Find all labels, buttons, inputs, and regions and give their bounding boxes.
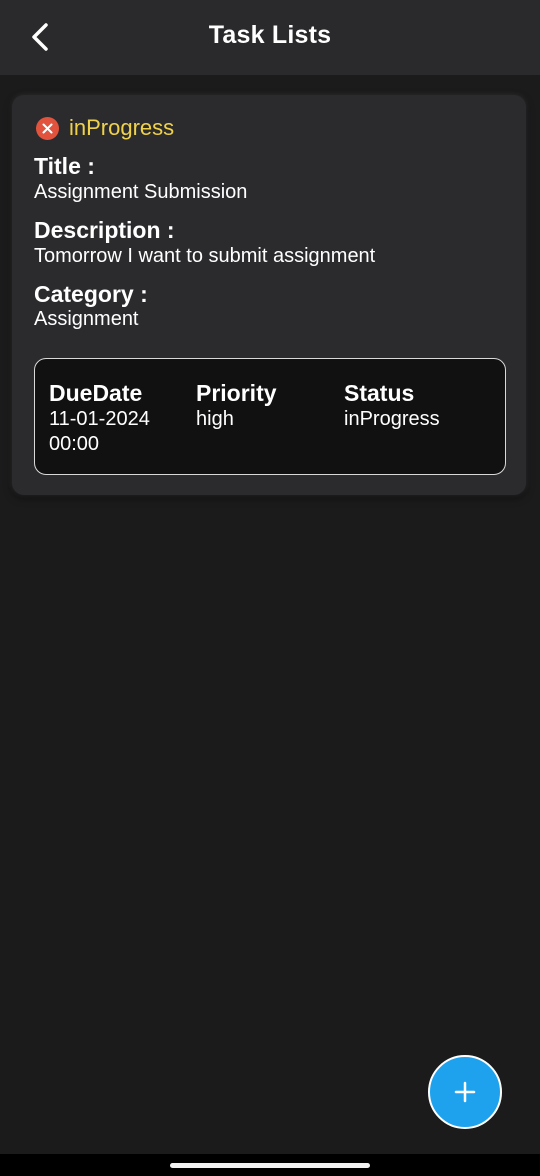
description-value: Tomorrow I want to submit assignment bbox=[34, 245, 376, 267]
category-value: Assignment bbox=[34, 308, 139, 330]
due-date-column: DueDate 11-01-2024 00:00 bbox=[49, 379, 150, 457]
app-bar: Task Lists bbox=[0, 0, 540, 75]
task-details-box: DueDate 11-01-2024 00:00 Priority high S… bbox=[34, 358, 506, 475]
plus-icon bbox=[454, 1081, 476, 1103]
title-value: Assignment Submission bbox=[34, 181, 248, 203]
system-nav-bar bbox=[0, 1154, 540, 1176]
status-column: Status inProgress bbox=[344, 379, 440, 432]
page-title: Task Lists bbox=[208, 21, 332, 49]
status-label: inProgress bbox=[69, 115, 175, 140]
due-time-value: 00:00 bbox=[49, 433, 100, 455]
category-label: Category : bbox=[34, 281, 148, 307]
priority-label: Priority bbox=[196, 380, 277, 406]
due-date-value: 11-01-2024 bbox=[49, 408, 150, 430]
priority-column: Priority high bbox=[196, 379, 277, 432]
task-card[interactable]: inProgress Title : Assignment Submission… bbox=[12, 95, 526, 495]
description-label: Description : bbox=[34, 217, 175, 243]
status-label-heading: Status bbox=[344, 380, 415, 406]
status-value: inProgress bbox=[344, 408, 440, 430]
task-status: inProgress bbox=[36, 115, 174, 141]
add-task-button[interactable] bbox=[428, 1055, 502, 1129]
due-date-label: DueDate bbox=[49, 380, 143, 406]
home-indicator[interactable] bbox=[170, 1163, 370, 1168]
title-label: Title : bbox=[34, 153, 95, 179]
close-circle-icon[interactable] bbox=[36, 116, 59, 140]
priority-value: high bbox=[196, 408, 234, 430]
